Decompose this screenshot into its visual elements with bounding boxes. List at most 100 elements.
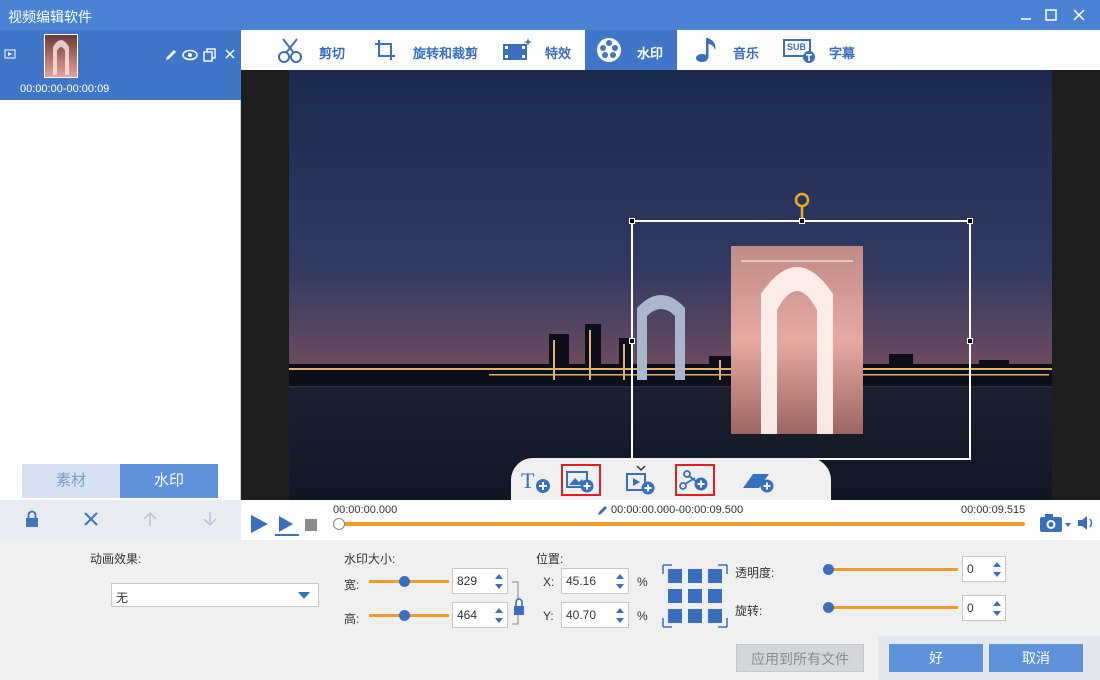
add-video-watermark-button[interactable] <box>621 464 661 496</box>
y-input[interactable]: 40.70 <box>561 602 629 628</box>
animation-select-value: 无 <box>116 591 129 605</box>
resize-handle-top-right[interactable] <box>967 218 973 224</box>
spin-up-icon[interactable] <box>991 559 1003 569</box>
play-button[interactable] <box>249 514 269 537</box>
timeline-playhead[interactable] <box>333 518 345 530</box>
opacity-slider-knob[interactable] <box>823 564 834 575</box>
video-frame[interactable] <box>289 70 1052 500</box>
spin-up-icon[interactable] <box>991 598 1003 608</box>
timeline-end-time: 00:00:09.515 <box>961 504 1026 516</box>
duplicate-icon[interactable] <box>203 48 217 62</box>
play-icon <box>251 515 268 533</box>
eraser-button[interactable] <box>739 464 779 496</box>
clip-item[interactable]: 00:00:00-00:00:09 <box>0 30 241 100</box>
lock-icon <box>26 510 38 527</box>
tab-watermark-list[interactable]: 水印 <box>120 464 218 498</box>
opacity-input[interactable]: 0 <box>962 556 1006 582</box>
minimize-button[interactable] <box>1016 5 1036 25</box>
move-up-button[interactable] <box>140 510 160 530</box>
watermark-settings-panel: 动画效果: 无 水印大小: 宽: 829 高: 464 位置: X: 45.16… <box>0 540 1100 680</box>
resize-handle-right[interactable] <box>967 338 973 344</box>
cancel-button[interactable]: 取消 <box>989 644 1083 672</box>
animation-select[interactable]: 无 <box>111 583 319 607</box>
spin-down-icon[interactable] <box>614 616 626 626</box>
rotate-handle-icon[interactable] <box>793 192 811 218</box>
watermark-add-toolbar: T <box>511 458 831 500</box>
opacity-slider[interactable] <box>823 564 958 575</box>
add-image-watermark-button[interactable] <box>561 464 601 496</box>
arrow-up-icon <box>143 511 157 526</box>
position-grid-icon[interactable] <box>662 564 728 628</box>
tab-effects[interactable]: 特效 <box>499 30 579 70</box>
timeline-track[interactable] <box>333 518 1025 530</box>
opacity-label: 透明度: <box>735 566 775 580</box>
tab-materials[interactable]: 素材 <box>22 464 120 498</box>
y-percent: % <box>637 609 648 623</box>
clip-duration: 00:00:00-00:00:09 <box>20 83 110 95</box>
width-input[interactable]: 829 <box>452 568 508 594</box>
spin-up-icon[interactable] <box>614 605 626 615</box>
remove-clip-icon[interactable] <box>224 48 236 60</box>
watermark-image[interactable] <box>731 246 863 434</box>
spin-down-icon[interactable] <box>991 609 1003 619</box>
spin-down-icon[interactable] <box>493 582 505 592</box>
width-slider[interactable] <box>369 576 449 587</box>
close-button[interactable] <box>1069 5 1089 25</box>
scissors-icon <box>278 38 302 63</box>
maximize-icon <box>1045 9 1057 21</box>
tab-music[interactable]: 音乐 <box>691 30 771 70</box>
resize-handle-top[interactable] <box>799 218 805 224</box>
maximize-button[interactable] <box>1041 5 1061 25</box>
height-label: 高: <box>344 612 360 626</box>
resize-handle-left[interactable] <box>629 338 635 344</box>
play-from-start-button[interactable] <box>275 514 299 539</box>
video-add-icon <box>626 465 655 495</box>
spin-up-icon[interactable] <box>493 571 505 581</box>
add-text-watermark-button[interactable]: T <box>517 464 557 496</box>
spin-down-icon[interactable] <box>991 570 1003 580</box>
chevron-down-icon <box>298 592 310 599</box>
eye-icon[interactable] <box>182 48 198 62</box>
spin-down-icon[interactable] <box>614 582 626 592</box>
rotation-slider-knob[interactable] <box>823 602 834 613</box>
tab-subtitle[interactable]: SUB 字幕 <box>781 30 871 70</box>
stop-button[interactable] <box>305 519 317 534</box>
add-shape-watermark-button[interactable] <box>675 464 715 496</box>
apply-to-all-button[interactable]: 应用到所有文件 <box>736 644 864 672</box>
width-slider-knob[interactable] <box>399 576 410 587</box>
tab-watermark[interactable]: 水印 <box>585 30 677 70</box>
left-tab-bar: 素材 水印 <box>22 464 218 498</box>
tab-cut[interactable]: 剪切 <box>271 30 351 70</box>
resize-handle-top-left[interactable] <box>629 218 635 224</box>
animation-label: 动画效果: <box>90 552 142 566</box>
height-slider-knob[interactable] <box>399 610 410 621</box>
watermark-icon <box>597 38 621 62</box>
rotation-slider[interactable] <box>823 602 958 613</box>
x-input[interactable]: 45.16 <box>561 568 629 594</box>
move-down-button[interactable] <box>200 510 220 530</box>
rotation-input[interactable]: 0 <box>962 595 1006 621</box>
spin-up-icon[interactable] <box>614 571 626 581</box>
snapshot-button[interactable] <box>1039 512 1073 537</box>
aspect-lock-icon[interactable] <box>510 580 530 626</box>
window-title: 视频编辑软件 <box>8 9 92 25</box>
y-label: Y: <box>543 609 554 623</box>
position-label: 位置: <box>536 552 564 566</box>
edit-range-icon[interactable] <box>597 504 609 516</box>
tab-rotate-crop[interactable]: 旋转和裁剪 <box>369 30 489 70</box>
spin-down-icon[interactable] <box>493 616 505 626</box>
height-slider[interactable] <box>369 610 449 621</box>
lock-button[interactable] <box>22 510 42 530</box>
feature-tab-bar: 剪切 旋转和裁剪 特效 水印 音乐 SUB 字幕 <box>241 30 1100 70</box>
video-file-icon <box>4 49 16 59</box>
height-input[interactable]: 464 <box>452 602 508 628</box>
volume-button[interactable] <box>1077 514 1097 535</box>
music-icon <box>696 38 716 62</box>
left-toolbar <box>0 500 241 540</box>
ok-button[interactable]: 好 <box>889 644 983 672</box>
spin-up-icon[interactable] <box>493 605 505 615</box>
clip-thumbnail <box>44 34 78 78</box>
size-label: 水印大小: <box>344 552 396 566</box>
delete-button[interactable] <box>81 510 101 530</box>
edit-pencil-icon[interactable] <box>164 48 178 62</box>
